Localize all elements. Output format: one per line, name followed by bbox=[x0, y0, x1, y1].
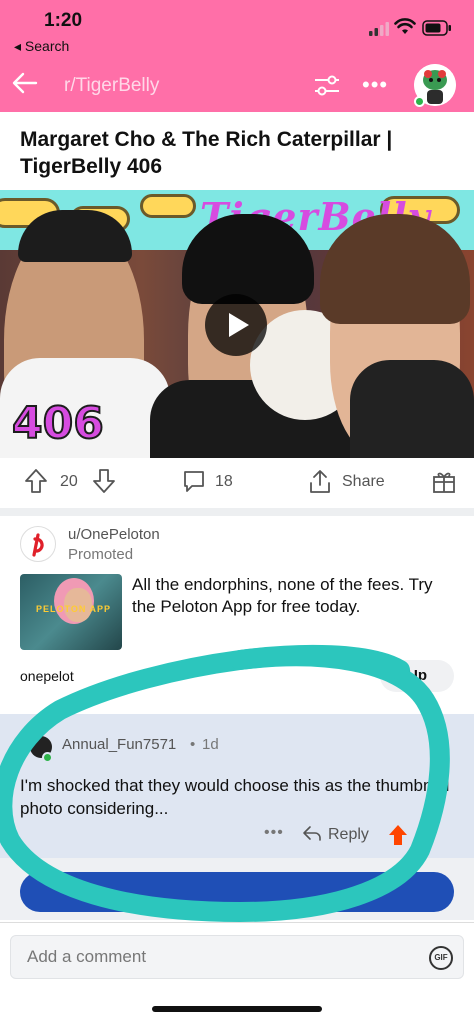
post-title[interactable]: Margaret Cho & The Rich Caterpillar | Ti… bbox=[20, 126, 450, 180]
video-thumbnail[interactable]: TigerBelly 406 bbox=[0, 190, 474, 458]
back-to-search-link[interactable]: ◂ Search bbox=[14, 38, 69, 55]
promoted-post[interactable]: u/OnePeloton Promoted PELOTON APP All th… bbox=[0, 516, 474, 706]
status-bar: 1:20 ◂ Search bbox=[0, 0, 474, 62]
comment-upvote-icon[interactable] bbox=[388, 824, 408, 846]
commenter-username[interactable]: Annual_Fun7571 bbox=[62, 736, 176, 753]
vote-count: 20 bbox=[60, 473, 78, 490]
play-button[interactable] bbox=[205, 294, 267, 356]
comment-more-icon[interactable]: ••• bbox=[264, 824, 284, 842]
wifi-icon bbox=[394, 18, 416, 34]
ad-thumbnail[interactable]: PELOTON APP bbox=[20, 574, 122, 650]
peloton-logo-icon[interactable] bbox=[20, 526, 56, 562]
subreddit-header: r/TigerBelly ••• bbox=[0, 62, 474, 112]
back-arrow-icon[interactable] bbox=[10, 68, 40, 98]
comment-count[interactable]: 18 bbox=[215, 473, 233, 491]
home-indicator bbox=[152, 1006, 322, 1012]
battery-icon bbox=[422, 20, 451, 36]
online-status-dot bbox=[414, 96, 425, 107]
comment-body: I'm shocked that they would choose this … bbox=[20, 776, 450, 818]
sort-filter-icon[interactable] bbox=[312, 70, 342, 100]
reply-icon[interactable] bbox=[302, 824, 322, 842]
subreddit-name[interactable]: r/TigerBelly bbox=[64, 75, 159, 97]
cloud-decoration bbox=[140, 194, 196, 218]
promoted-label: Promoted bbox=[68, 546, 134, 563]
add-comment-input[interactable]: Add a comment GIF bbox=[10, 935, 464, 979]
add-comment-placeholder: Add a comment bbox=[27, 947, 147, 966]
ad-cta-button[interactable]: Up bbox=[380, 660, 454, 692]
gif-icon[interactable]: GIF bbox=[429, 946, 453, 970]
section-divider bbox=[0, 508, 474, 516]
play-icon bbox=[229, 313, 249, 337]
commenter-online-dot bbox=[42, 752, 53, 763]
post-action-bar: 20 18 Share bbox=[0, 458, 474, 508]
blue-action-button[interactable] bbox=[20, 872, 454, 912]
comment-icon[interactable] bbox=[182, 469, 206, 493]
ad-headline[interactable]: All the endorphins, none of the fees. Tr… bbox=[132, 574, 452, 618]
reply-button[interactable]: Reply bbox=[328, 826, 369, 844]
share-button[interactable]: Share bbox=[342, 473, 385, 491]
meta-separator: • bbox=[190, 736, 196, 753]
share-icon[interactable] bbox=[308, 468, 332, 494]
episode-number: 406 bbox=[11, 397, 105, 450]
award-gift-icon[interactable] bbox=[432, 468, 456, 494]
upvote-icon[interactable] bbox=[24, 468, 48, 494]
cellular-signal-icon bbox=[369, 22, 389, 36]
comment-age: 1d bbox=[202, 736, 219, 753]
ad-thumbnail-text: PELOTON APP bbox=[36, 604, 112, 614]
more-options-icon[interactable]: ••• bbox=[362, 72, 388, 98]
ad-domain-link[interactable]: onepelot bbox=[20, 668, 74, 684]
downvote-icon[interactable] bbox=[92, 468, 116, 494]
black-top bbox=[350, 360, 474, 458]
status-time: 1:20 bbox=[44, 10, 83, 31]
comment-card: Annual_Fun7571 • 1d I'm shocked that the… bbox=[0, 714, 474, 858]
advertiser-username[interactable]: u/OnePeloton bbox=[68, 526, 160, 543]
